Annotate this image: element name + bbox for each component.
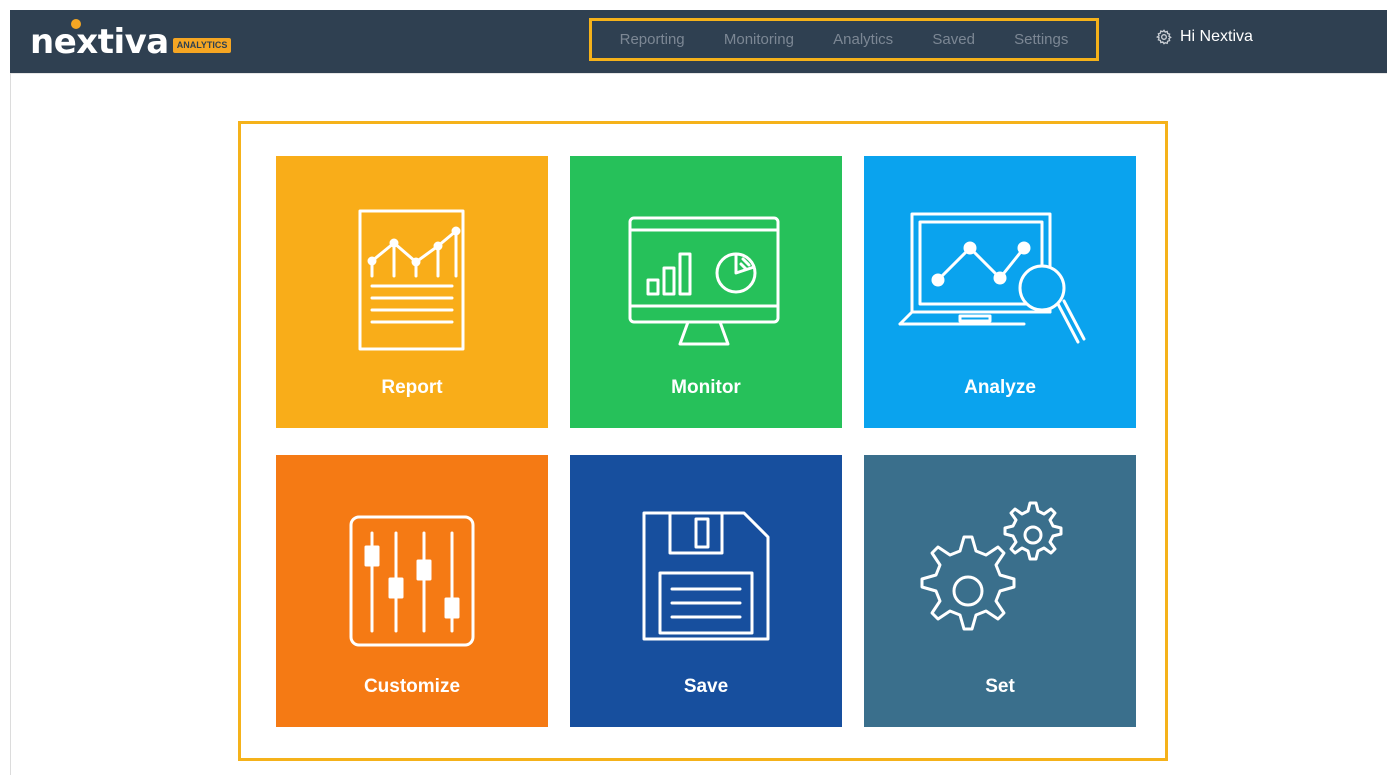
tile-save-label: Save: [683, 676, 729, 697]
logo-analytics-badge: ANALYTICS: [172, 37, 232, 53]
tile-set[interactable]: Set: [864, 455, 1136, 727]
tile-report[interactable]: Report: [276, 156, 548, 428]
tile-monitor[interactable]: Monitor: [570, 156, 842, 428]
logo-wordmark: nextiva: [30, 22, 169, 62]
nav-saved[interactable]: Saved: [932, 31, 975, 48]
top-navigation-bar: nextiva ANALYTICS Reporting Monitoring A…: [10, 10, 1387, 73]
user-greeting: Hi Nextiva: [1180, 28, 1253, 45]
nav-settings[interactable]: Settings: [1014, 31, 1068, 48]
tile-report-label: Report: [381, 377, 443, 398]
user-menu[interactable]: Hi Nextiva: [1156, 28, 1253, 46]
tile-set-label: Set: [985, 676, 1015, 697]
nav-reporting[interactable]: Reporting: [620, 31, 685, 48]
nav-monitoring[interactable]: Monitoring: [724, 31, 794, 48]
logo-dot-icon: [71, 19, 81, 29]
tiles-panel: Report Monitor Analyze Customize Save Se…: [238, 121, 1168, 761]
main-nav: Reporting Monitoring Analytics Saved Set…: [589, 18, 1099, 61]
gear-icon[interactable]: [1156, 29, 1172, 45]
tile-save[interactable]: Save: [570, 455, 842, 727]
nav-analytics[interactable]: Analytics: [833, 31, 893, 48]
nextiva-logo[interactable]: nextiva ANALYTICS: [30, 19, 232, 62]
tile-customize-label: Customize: [363, 676, 461, 697]
tile-customize[interactable]: Customize: [276, 455, 548, 727]
tile-analyze[interactable]: Analyze: [864, 156, 1136, 428]
tile-monitor-label: Monitor: [671, 377, 741, 398]
tile-analyze-label: Analyze: [964, 377, 1036, 398]
